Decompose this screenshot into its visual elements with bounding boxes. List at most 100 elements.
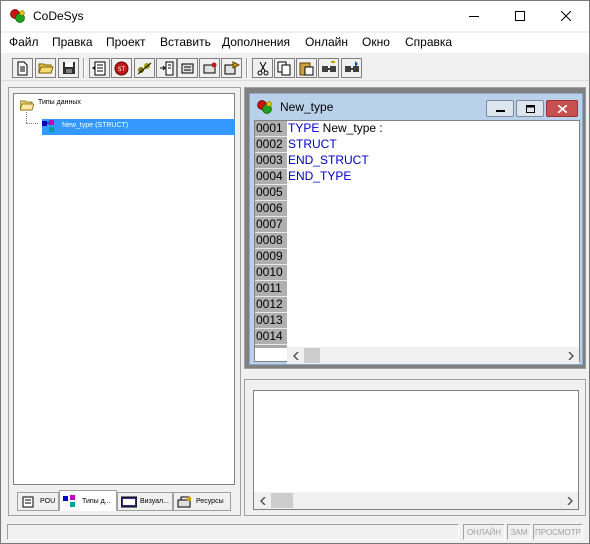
editor-horizontal-scrollbar[interactable] [287, 347, 579, 364]
breakpoint-button[interactable] [177, 58, 198, 78]
tab-label: POU [40, 498, 56, 505]
cut-button[interactable] [252, 58, 273, 78]
tab-label: Типы д... [82, 497, 111, 505]
paste-button[interactable] [296, 58, 317, 78]
code-editor[interactable]: 0001 0002 0003 0004 0005 0006 0007 0008 … [254, 120, 580, 364]
resources-icon [177, 496, 191, 507]
code-keyword: END_STRUCT [288, 153, 369, 167]
restore-icon [525, 104, 535, 113]
object-organizer: Типы данных New_type (STRUCT) POU Типы д… [8, 87, 241, 516]
force-button[interactable] [221, 58, 242, 78]
replace-button[interactable] [341, 58, 362, 78]
menu-bar: Файл Правка Проект Вставить Дополнения О… [1, 33, 589, 53]
close-icon [561, 11, 571, 21]
copy-icon [277, 61, 291, 75]
tab-resources[interactable]: Ресурсы [173, 492, 231, 511]
tree-root-datatypes[interactable]: Типы данных [38, 99, 81, 106]
scroll-right-arrow[interactable] [561, 492, 578, 509]
struct-type-icon [42, 120, 54, 132]
message-window[interactable] [253, 390, 579, 510]
new-button[interactable] [12, 58, 33, 78]
codesys-app-icon [10, 9, 25, 23]
line-number: 0007 [255, 217, 287, 233]
scroll-right-arrow[interactable] [562, 347, 579, 364]
line-number: 0003 [255, 153, 287, 169]
code-line[interactable]: STRUCT [288, 137, 337, 153]
new-icon [17, 61, 28, 75]
codesys-app-icon [257, 100, 272, 114]
line-number: 0009 [255, 249, 287, 265]
code-keyword: STRUCT [288, 137, 337, 151]
write-icon [203, 62, 217, 73]
stop-button[interactable]: ST [111, 58, 132, 78]
chevron-right-icon [566, 496, 573, 505]
line-number: 0012 [255, 297, 287, 313]
chevron-left-icon [292, 351, 299, 360]
write-button[interactable] [199, 58, 220, 78]
code-keyword: TYPE [288, 121, 320, 135]
editor-window: New_type 0001 0002 0003 0004 0005 0006 0… [249, 93, 583, 365]
line-number: 0010 [255, 265, 287, 281]
menu-project[interactable]: Проект [106, 35, 146, 49]
replace-icon [344, 60, 359, 72]
editor-title-bar: New_type [250, 94, 582, 119]
status-view: ПРОСМОТР [533, 524, 583, 540]
message-horizontal-scrollbar[interactable] [254, 492, 578, 509]
cut-icon [257, 61, 268, 75]
toolbar-separator [246, 58, 248, 78]
save-button[interactable] [58, 58, 79, 78]
scroll-left-arrow[interactable] [287, 347, 304, 364]
menu-window[interactable]: Окно [362, 35, 390, 49]
maximize-button[interactable] [497, 1, 543, 31]
menu-online[interactable]: Онлайн [305, 35, 348, 49]
status-online: ОНЛАЙН [463, 524, 505, 540]
tab-label: Визуал... [140, 498, 169, 505]
maximize-icon [515, 11, 525, 21]
close-button[interactable] [543, 1, 589, 31]
tab-label: Ресурсы [196, 498, 224, 505]
tab-datatypes[interactable]: Типы д... [59, 490, 117, 511]
tab-visualization[interactable]: Визуал... [117, 492, 173, 511]
message-pane [244, 379, 586, 516]
code-line[interactable]: END_STRUCT [288, 153, 369, 169]
find-button[interactable] [318, 58, 339, 78]
editor-maximize-button[interactable] [516, 100, 544, 117]
line-number: 0005 [255, 185, 287, 201]
line-number: 0001 [255, 121, 287, 137]
tab-pou[interactable]: POU [17, 492, 59, 511]
menu-edit[interactable]: Правка [52, 35, 93, 49]
minimize-icon [495, 109, 505, 112]
copy-button[interactable] [274, 58, 295, 78]
scroll-thumb[interactable] [304, 348, 320, 363]
reset-button[interactable] [156, 58, 177, 78]
menu-extras[interactable]: Дополнения [222, 35, 290, 49]
organizer-tabs: POU Типы д... Визуал... Ресурсы [17, 490, 233, 512]
line-number: 0004 [255, 169, 287, 185]
chevron-right-icon [567, 351, 574, 360]
datatypes-icon [63, 495, 75, 507]
status-message [7, 524, 459, 540]
code-line[interactable]: END_TYPE [288, 169, 351, 185]
open-button[interactable] [35, 58, 56, 78]
pane-splitter[interactable] [244, 370, 586, 378]
menu-help[interactable]: Справка [405, 35, 452, 49]
step-button[interactable] [134, 58, 155, 78]
tree-item-new-type[interactable]: New_type (STRUCT) [42, 119, 235, 135]
tree-connector [26, 123, 38, 124]
editor-minimize-button[interactable] [486, 100, 514, 117]
declarations-button[interactable] [89, 58, 110, 78]
pou-icon [22, 496, 34, 507]
menu-file[interactable]: Файл [9, 35, 39, 49]
paste-icon [299, 62, 314, 75]
object-tree[interactable]: Типы данных New_type (STRUCT) [13, 93, 235, 485]
minimize-button[interactable] [451, 1, 497, 31]
tree-item-label: New_type (STRUCT) [62, 122, 129, 129]
scroll-left-arrow[interactable] [254, 492, 271, 509]
editor-close-button[interactable] [546, 100, 578, 117]
menu-insert[interactable]: Вставить [160, 35, 211, 49]
step-icon [137, 62, 151, 75]
toolbar-separator [83, 58, 85, 78]
app-window: CoDeSys Файл Правка Проект Вставить Допо… [0, 0, 590, 544]
code-line[interactable]: TYPE New_type : [288, 121, 383, 137]
scroll-thumb[interactable] [271, 493, 293, 508]
